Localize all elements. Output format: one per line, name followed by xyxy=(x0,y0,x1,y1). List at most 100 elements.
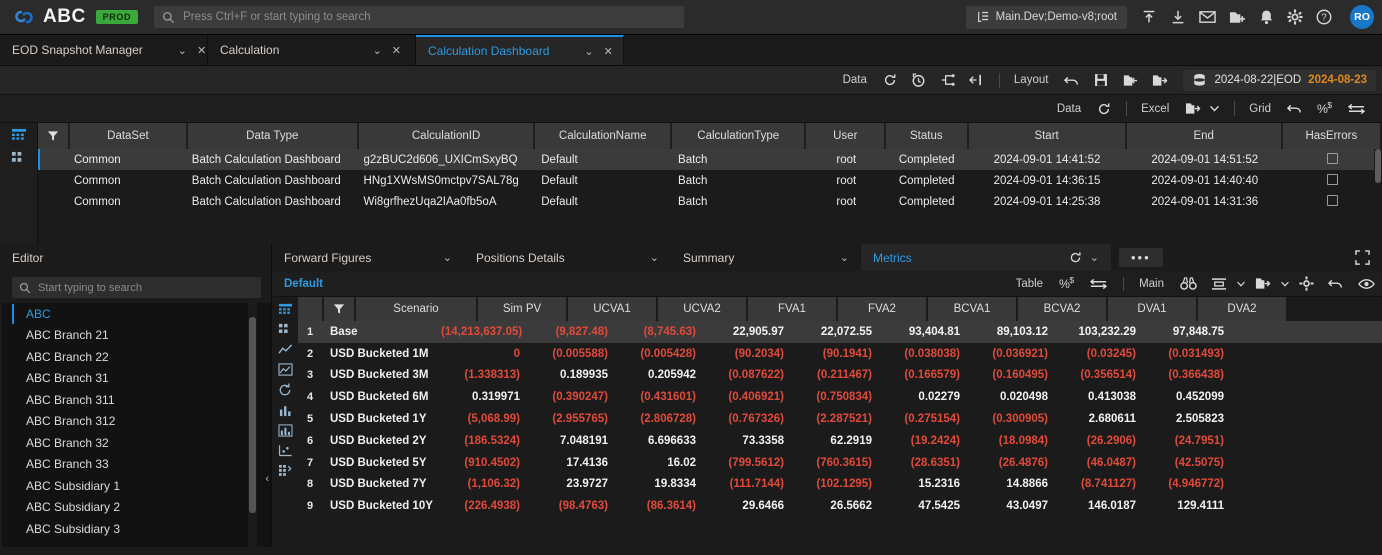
bar-chart-icon[interactable] xyxy=(278,404,293,417)
grid-refresh-icon[interactable] xyxy=(1090,102,1118,116)
refresh-icon[interactable] xyxy=(876,73,904,87)
tree-item[interactable]: ABC Branch 21 xyxy=(2,325,271,347)
subtab-metrics[interactable]: Metrics ⌄ xyxy=(861,244,1111,271)
subtab-forward-figures[interactable]: Forward Figures ⌄ xyxy=(272,244,464,271)
tree-item[interactable]: ABC Branch 312 xyxy=(2,411,271,433)
export-icon[interactable] xyxy=(1248,276,1278,291)
metrics-column-bcva2[interactable]: BCVA2 xyxy=(1018,297,1106,321)
tree-item[interactable]: ABC Branch 22 xyxy=(2,346,271,368)
metrics-refresh-icon[interactable] xyxy=(1065,251,1086,264)
mail-icon[interactable] xyxy=(1199,10,1216,24)
calculation-id-value[interactable]: HNg1XWsMS0mctpv7SAL78g xyxy=(364,175,530,187)
undo-icon[interactable] xyxy=(1057,74,1087,87)
metrics-row[interactable]: 5 USD Bucketed 1Y (5,068.99) (2.955765) (2.8… xyxy=(298,408,1382,430)
calculation-table-scrollbar[interactable] xyxy=(1374,149,1382,242)
grid-view-icon[interactable] xyxy=(278,303,293,316)
column-header-datatype[interactable]: Data Type xyxy=(187,123,357,149)
column-header-start[interactable]: Start xyxy=(968,123,1125,149)
histogram-icon[interactable] xyxy=(277,424,293,437)
table-grid-icon[interactable] xyxy=(278,464,293,477)
subtab-positions-details[interactable]: Positions Details ⌄ xyxy=(464,244,671,271)
filter-icon[interactable] xyxy=(38,123,68,149)
eye-icon[interactable] xyxy=(1351,278,1382,290)
haserrors-checkbox[interactable] xyxy=(1327,194,1339,206)
excel-dropdown-icon[interactable] xyxy=(1208,105,1226,112)
metrics-row[interactable]: 8 USD Bucketed 7Y (1,106.32) 23.9727 19.8334… xyxy=(298,474,1382,496)
refresh-cycle-icon[interactable] xyxy=(278,383,292,397)
metrics-column-dva1[interactable]: DVA1 xyxy=(1108,297,1196,321)
default-view-label[interactable]: Default xyxy=(284,278,323,290)
user-avatar[interactable]: RO xyxy=(1350,5,1374,29)
layout-options-icon[interactable] xyxy=(11,151,26,165)
tree-item[interactable]: ABC Branch 311 xyxy=(2,389,271,411)
chevron-down-icon[interactable]: ⌄ xyxy=(1086,251,1103,264)
tree-item[interactable]: ABC Subsidiary 3 xyxy=(2,518,271,540)
more-options-button[interactable]: ••• xyxy=(1119,248,1163,267)
tree-item[interactable]: ABC Branch 33 xyxy=(2,454,271,476)
close-icon[interactable]: ✕ xyxy=(387,44,406,57)
metrics-row[interactable]: 2 USD Bucketed 1M 0 (0.005588) (0.005428) (90… xyxy=(298,343,1382,365)
column-header-end[interactable]: End xyxy=(1126,123,1281,149)
autofit-columns-icon[interactable] xyxy=(1341,102,1372,116)
fullscreen-icon[interactable] xyxy=(1343,244,1382,271)
metrics-row[interactable]: 3 USD Bucketed 3M (1.338313) 0.189935 0.2059… xyxy=(298,365,1382,387)
metrics-filter-icon[interactable] xyxy=(324,297,354,321)
tab-eod-snapshot-manager[interactable]: EOD Snapshot Manager ⌄ ✕ xyxy=(0,35,208,65)
save-icon[interactable] xyxy=(1087,73,1115,87)
help-icon[interactable]: ? xyxy=(1316,9,1332,25)
column-header-calculationid[interactable]: CalculationID xyxy=(358,123,534,149)
gear-icon[interactable] xyxy=(1292,276,1321,291)
tree-item[interactable]: ABC Branch 32 xyxy=(2,432,271,454)
row-height-icon[interactable] xyxy=(1204,277,1234,291)
upload-icon[interactable] xyxy=(1141,9,1157,25)
metrics-column-fva2[interactable]: FVA2 xyxy=(838,297,926,321)
metrics-row[interactable]: 7 USD Bucketed 5Y (910.4502) 17.4136 16.02 (7… xyxy=(298,452,1382,474)
grid-undo-icon[interactable] xyxy=(1280,102,1310,115)
bell-icon[interactable] xyxy=(1259,9,1274,25)
table-row[interactable]: Common Batch Calculation Dashboard Wi8grfh… xyxy=(38,191,1382,212)
metrics-column-dva2[interactable]: DVA2 xyxy=(1198,297,1286,321)
tab-calculation[interactable]: Calculation ⌄ ✕ xyxy=(208,35,416,65)
chevron-down-icon[interactable]: ⌄ xyxy=(173,44,192,57)
scatter-icon[interactable] xyxy=(278,444,293,457)
autofit-columns-icon[interactable] xyxy=(1083,277,1114,291)
metrics-column-ucva1[interactable]: UCVA1 xyxy=(568,297,656,321)
column-header-calculationtype[interactable]: CalculationType xyxy=(671,123,805,149)
tree-item[interactable]: ABC xyxy=(2,303,271,325)
metrics-column-ucva2[interactable]: UCVA2 xyxy=(658,297,746,321)
tree-expand-icon[interactable] xyxy=(933,73,962,87)
grid-view-icon[interactable] xyxy=(11,128,27,142)
metrics-column-bcva1[interactable]: BCVA1 xyxy=(928,297,1016,321)
metrics-row[interactable]: 9 USD Bucketed 10Y (226.4938) (98.4763) (86.… xyxy=(298,495,1382,517)
folder-add-icon[interactable] xyxy=(1229,10,1246,25)
tree-item[interactable]: ABC Subsidiary 1 xyxy=(2,475,271,497)
area-chart-icon[interactable] xyxy=(277,363,293,376)
global-search-input[interactable]: Press Ctrl+F or start typing to search xyxy=(154,6,685,28)
tree-item[interactable]: ABC Branch 31 xyxy=(2,368,271,390)
percent-format-icon[interactable]: % $ xyxy=(1052,276,1083,291)
calculation-id-value[interactable]: Wi8grfhezUqa2IAa0fb5oA xyxy=(364,196,530,208)
column-header-dataset[interactable]: DataSet xyxy=(70,123,186,149)
metrics-column-fva1[interactable]: FVA1 xyxy=(748,297,836,321)
table-row[interactable]: Common Batch Calculation Dashboard HNg1XWs… xyxy=(38,170,1382,191)
binoculars-icon[interactable] xyxy=(1173,276,1204,291)
export-layout-icon[interactable] xyxy=(1145,73,1175,88)
metrics-column-sim-pv[interactable]: Sim PV xyxy=(478,297,566,321)
metrics-row[interactable]: 4 USD Bucketed 6M 0.319971 (0.390247) (0.431… xyxy=(298,386,1382,408)
close-icon[interactable]: ✕ xyxy=(599,45,618,58)
row-height-dropdown-icon[interactable] xyxy=(1234,281,1248,287)
column-header-user[interactable]: User xyxy=(806,123,885,149)
download-icon[interactable] xyxy=(1170,9,1186,25)
column-header-calculationname[interactable]: CalculationName xyxy=(535,123,670,149)
layout-options-icon[interactable] xyxy=(278,323,292,336)
chevron-down-icon[interactable]: ⌄ xyxy=(439,251,456,264)
metrics-row[interactable]: 6 USD Bucketed 2Y (186.5324) 7.048191 6.6966… xyxy=(298,430,1382,452)
history-refresh-icon[interactable] xyxy=(904,72,933,88)
table-row[interactable]: Common Batch Calculation Dashboard g2zBUC2… xyxy=(38,149,1382,170)
editor-search-input[interactable]: Start typing to search xyxy=(12,277,261,298)
percent-format-icon[interactable]: % $ xyxy=(1310,101,1341,116)
line-chart-icon[interactable] xyxy=(277,343,293,356)
metrics-row[interactable]: 1 Base (14,213,637.05) (9,827.48) (8,745.63)… xyxy=(298,321,1382,343)
undo-icon[interactable] xyxy=(1321,277,1351,290)
import-layout-icon[interactable] xyxy=(1115,73,1145,88)
